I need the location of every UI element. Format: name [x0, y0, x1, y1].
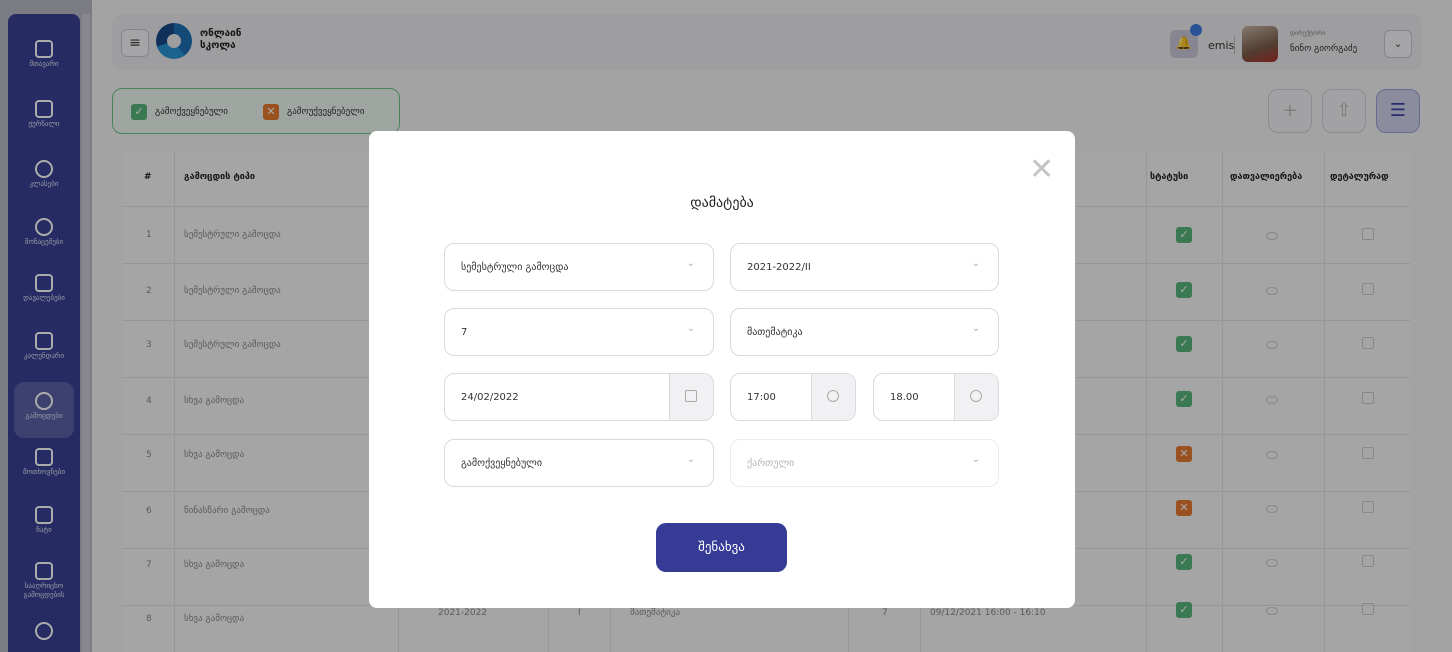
end-time-value: 18.00 [890, 392, 919, 403]
chevron-down-icon: ⌄ [686, 323, 695, 334]
start-time-button[interactable] [811, 374, 855, 420]
chevron-down-icon: ⌄ [971, 323, 980, 334]
save-button[interactable]: შენახვა [656, 523, 787, 572]
period-select[interactable]: 2021-2022/II ⌄ [730, 243, 999, 291]
chevron-down-icon: ⌄ [971, 258, 980, 269]
date-picker-button[interactable] [669, 374, 713, 420]
date-value: 24/02/2022 [461, 392, 519, 403]
language-select[interactable]: ქართული ⌄ [730, 439, 999, 487]
close-icon[interactable]: ✕ [1029, 155, 1054, 185]
exam-type-value: სემესტრული გამოცდა [461, 262, 569, 273]
start-time-value: 17:00 [747, 392, 776, 403]
chevron-down-icon: ⌄ [686, 454, 695, 465]
clock-icon [827, 390, 839, 402]
chevron-down-icon: ⌄ [686, 258, 695, 269]
publish-status-value: გამოქვეყნებული [461, 458, 543, 469]
period-value: 2021-2022/II [747, 262, 811, 273]
grade-value: 7 [461, 327, 468, 338]
calendar-icon [685, 390, 697, 402]
chevron-down-icon: ⌄ [971, 454, 980, 465]
add-exam-modal: ✕ დამატება სემესტრული გამოცდა ⌄ 2021-202… [369, 131, 1075, 608]
subject-select[interactable]: მათემატიკა ⌄ [730, 308, 999, 356]
language-placeholder: ქართული [747, 458, 795, 469]
date-picker[interactable]: 24/02/2022 [444, 373, 714, 421]
start-time-picker[interactable]: 17:00 [730, 373, 856, 421]
subject-value: მათემატიკა [747, 327, 803, 338]
grade-select[interactable]: 7 ⌄ [444, 308, 714, 356]
clock-icon [970, 390, 982, 402]
publish-status-select[interactable]: გამოქვეყნებული ⌄ [444, 439, 714, 487]
exam-type-select[interactable]: სემესტრული გამოცდა ⌄ [444, 243, 714, 291]
end-time-picker[interactable]: 18.00 [873, 373, 999, 421]
modal-title: დამატება [690, 195, 754, 211]
end-time-button[interactable] [954, 374, 998, 420]
